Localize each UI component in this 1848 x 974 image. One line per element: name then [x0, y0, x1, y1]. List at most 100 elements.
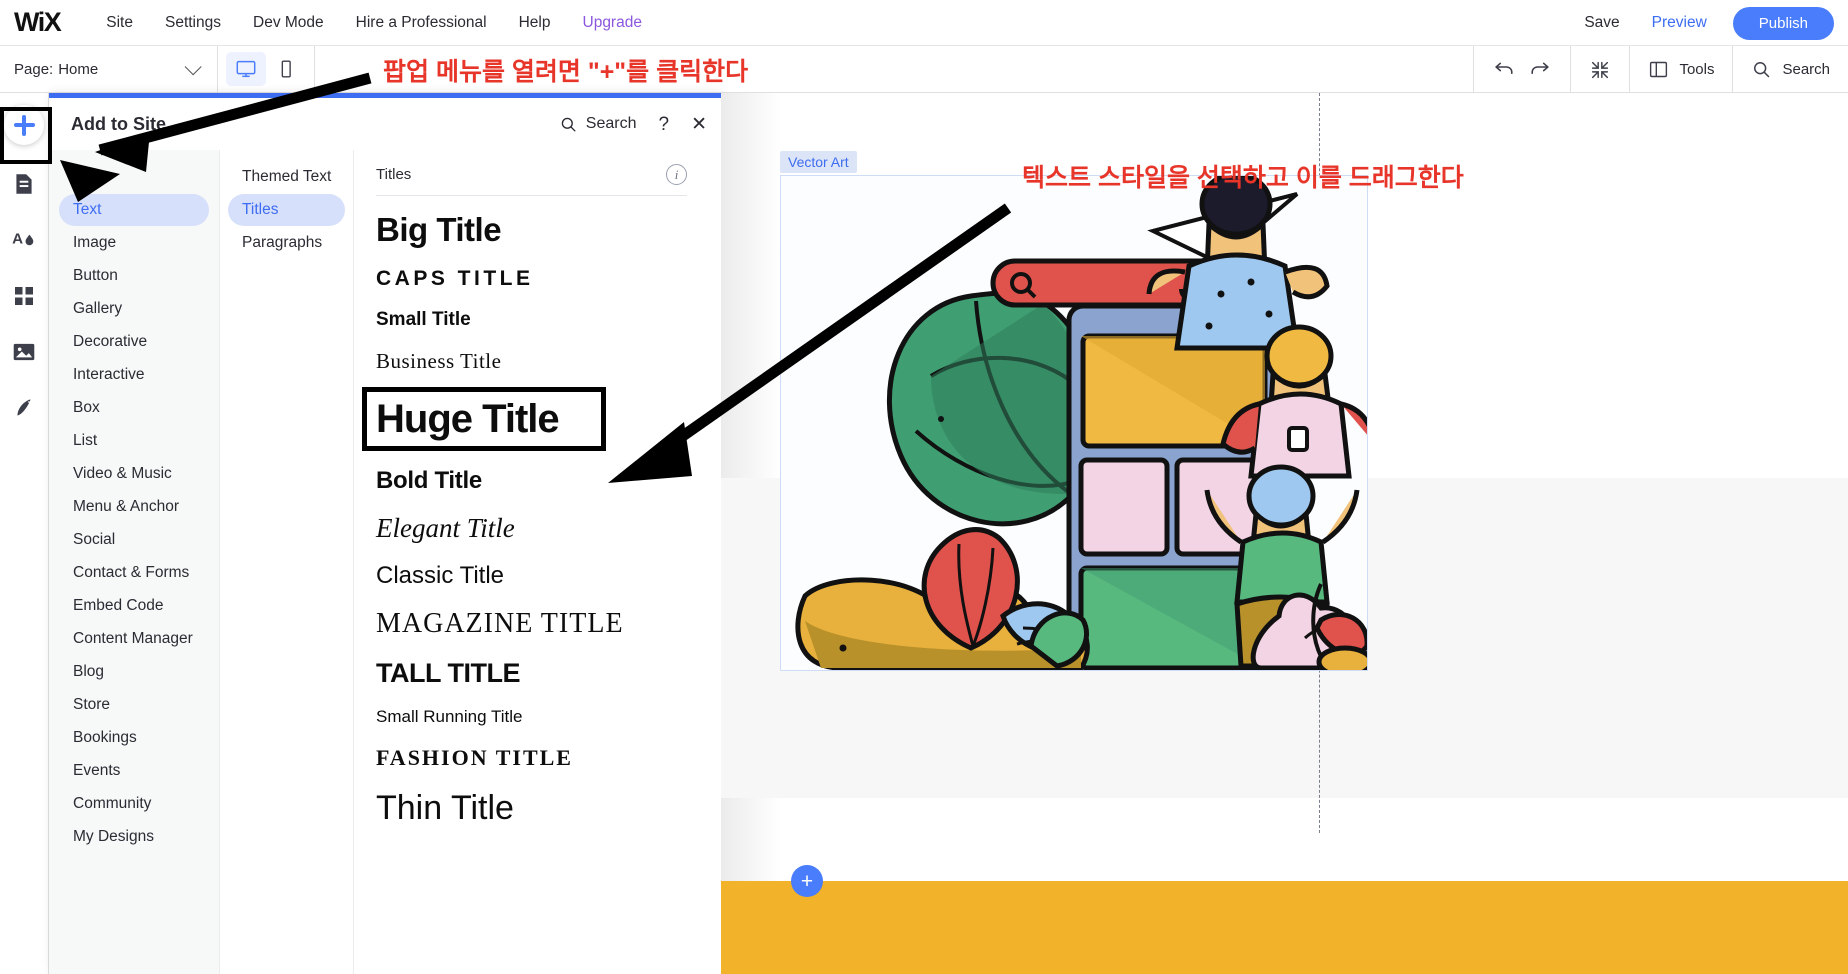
- tools-button[interactable]: Tools: [1629, 46, 1732, 93]
- style-item-elegant-title[interactable]: Elegant Title: [376, 504, 701, 553]
- category-item-community[interactable]: Community: [59, 788, 209, 820]
- style-item-caps-title[interactable]: CAPS TITLE: [376, 258, 701, 300]
- category-item-interactive[interactable]: Interactive: [59, 359, 209, 391]
- search-label: Search: [1782, 61, 1830, 78]
- preview-button[interactable]: Preview: [1636, 8, 1723, 38]
- panel-title: Add to Site: [71, 114, 166, 135]
- vector-art-element[interactable]: [780, 175, 1368, 671]
- save-button[interactable]: Save: [1568, 8, 1635, 38]
- tools-label: Tools: [1679, 61, 1714, 78]
- subcategory-item-paragraphs[interactable]: Paragraphs: [228, 227, 345, 259]
- help-icon[interactable]: ?: [659, 115, 670, 134]
- category-item-image[interactable]: Image: [59, 227, 209, 259]
- style-item-magazine-title[interactable]: MAGAZINE TITLE: [376, 599, 701, 649]
- style-item-classic-title[interactable]: Classic Title: [376, 553, 701, 599]
- category-item-button[interactable]: Button: [59, 260, 209, 292]
- zoom-out-button[interactable]: [1570, 46, 1629, 93]
- category-item-events[interactable]: Events: [59, 755, 209, 787]
- category-item-content-manager[interactable]: Content Manager: [59, 623, 209, 655]
- style-item-small-title[interactable]: Small Title: [376, 300, 701, 340]
- rail-item-media[interactable]: [7, 335, 41, 369]
- desktop-icon: [235, 58, 257, 80]
- device-switcher: [218, 46, 315, 93]
- svg-text:A: A: [12, 230, 23, 247]
- theme-icon: A: [11, 227, 37, 253]
- rail-item-theme[interactable]: A: [7, 223, 41, 257]
- style-item-tall-title[interactable]: TALL TITLE: [376, 649, 701, 698]
- info-icon[interactable]: i: [666, 164, 687, 185]
- panel-header-actions: Search ? ✕: [559, 115, 707, 134]
- category-item-blog[interactable]: Blog: [59, 656, 209, 688]
- tools-panel-icon: [1648, 59, 1669, 80]
- desktop-view-button[interactable]: [226, 52, 266, 86]
- publish-button[interactable]: Publish: [1733, 7, 1834, 40]
- page-value: Home: [58, 61, 98, 78]
- subcategory-item-themed-text[interactable]: Themed Text: [228, 161, 345, 193]
- style-item-bold-title[interactable]: Bold Title: [376, 458, 701, 504]
- nav-item-hire-a-professional[interactable]: Hire a Professional: [340, 8, 503, 38]
- nav-item-help[interactable]: Help: [503, 8, 567, 38]
- category-item-text[interactable]: Text: [59, 194, 209, 226]
- nav-item-settings[interactable]: Settings: [149, 8, 237, 38]
- undo-button[interactable]: [1492, 55, 1517, 85]
- style-item-big-title[interactable]: Big Title: [376, 202, 701, 258]
- canvas-bottom-strip[interactable]: +: [721, 881, 1848, 974]
- close-icon[interactable]: ✕: [691, 115, 707, 134]
- huge-title-highlight-wrap: Huge Title: [376, 397, 559, 442]
- category-item-menu-anchor[interactable]: Menu & Anchor: [59, 491, 209, 523]
- panel-body: Strip Text Image Button Gallery Decorati…: [49, 150, 721, 974]
- category-item-gallery[interactable]: Gallery: [59, 293, 209, 325]
- style-item-fashion-title[interactable]: FASHION TITLE: [376, 736, 701, 780]
- pages-icon: [11, 171, 37, 197]
- page-selector[interactable]: Page: Home: [0, 46, 218, 93]
- category-item-bookings[interactable]: Bookings: [59, 722, 209, 754]
- search-icon: [1751, 59, 1772, 80]
- left-icon-rail: A: [0, 93, 49, 974]
- mobile-icon: [275, 58, 297, 80]
- category-item-list[interactable]: List: [59, 425, 209, 457]
- category-item-social[interactable]: Social: [59, 524, 209, 556]
- style-item-thin-title[interactable]: Thin Title: [376, 780, 701, 837]
- category-item-embed-code[interactable]: Embed Code: [59, 590, 209, 622]
- nav-item-dev-mode[interactable]: Dev Mode: [237, 8, 340, 38]
- category-item-box[interactable]: Box: [59, 392, 209, 424]
- category-item-video-music[interactable]: Video & Music: [59, 458, 209, 490]
- style-section-header: Titles i: [376, 164, 701, 185]
- history-group: [1473, 46, 1570, 93]
- panel-search-label: Search: [586, 115, 637, 133]
- rail-item-apps[interactable]: [7, 279, 41, 313]
- add-to-site-panel: Add to Site Search ? ✕ Strip Text Image: [49, 93, 721, 974]
- plus-icon-vertical: [22, 115, 25, 136]
- subcategory-item-titles[interactable]: Titles: [228, 194, 345, 226]
- category-item-store[interactable]: Store: [59, 689, 209, 721]
- style-item-huge-title[interactable]: Huge Title: [376, 397, 559, 441]
- toolbar-right-group: Tools Search: [1473, 46, 1848, 93]
- rail-item-pages[interactable]: [7, 167, 41, 201]
- add-section-button[interactable]: +: [791, 865, 823, 897]
- vector-art-badge: Vector Art: [780, 151, 857, 173]
- category-item-decorative[interactable]: Decorative: [59, 326, 209, 358]
- style-item-business-title[interactable]: Business Title: [376, 340, 701, 383]
- undo-icon: [1492, 55, 1517, 80]
- style-item-small-running-title[interactable]: Small Running Title: [376, 698, 701, 736]
- mobile-view-button[interactable]: [266, 52, 306, 86]
- category-item-my-designs[interactable]: My Designs: [59, 821, 209, 853]
- page-label: Page:: [14, 61, 53, 78]
- nav-item-upgrade[interactable]: Upgrade: [567, 8, 658, 38]
- subcategory-list: Themed Text Titles Paragraphs: [220, 150, 354, 974]
- annotation-text-1: 팝업 메뉴를 열려면 "+"를 클릭한다: [383, 52, 748, 88]
- site-canvas[interactable]: e. ion Vector Art: [721, 93, 1848, 974]
- add-elements-button[interactable]: [4, 105, 44, 145]
- nav-item-site[interactable]: Site: [90, 8, 149, 38]
- rail-item-blog-pen[interactable]: [7, 391, 41, 425]
- redo-icon: [1527, 55, 1552, 80]
- category-item-strip[interactable]: Strip: [59, 161, 209, 193]
- top-nav: Site Settings Dev Mode Hire a Profession…: [90, 8, 658, 38]
- top-bar-actions: Save Preview Publish: [1568, 0, 1834, 46]
- wix-logo[interactable]: WiX: [14, 7, 60, 38]
- category-item-contact-forms[interactable]: Contact & Forms: [59, 557, 209, 589]
- panel-search-button[interactable]: Search: [559, 115, 637, 134]
- redo-button[interactable]: [1527, 55, 1552, 85]
- search-button[interactable]: Search: [1732, 46, 1848, 93]
- apps-icon: [12, 284, 36, 308]
